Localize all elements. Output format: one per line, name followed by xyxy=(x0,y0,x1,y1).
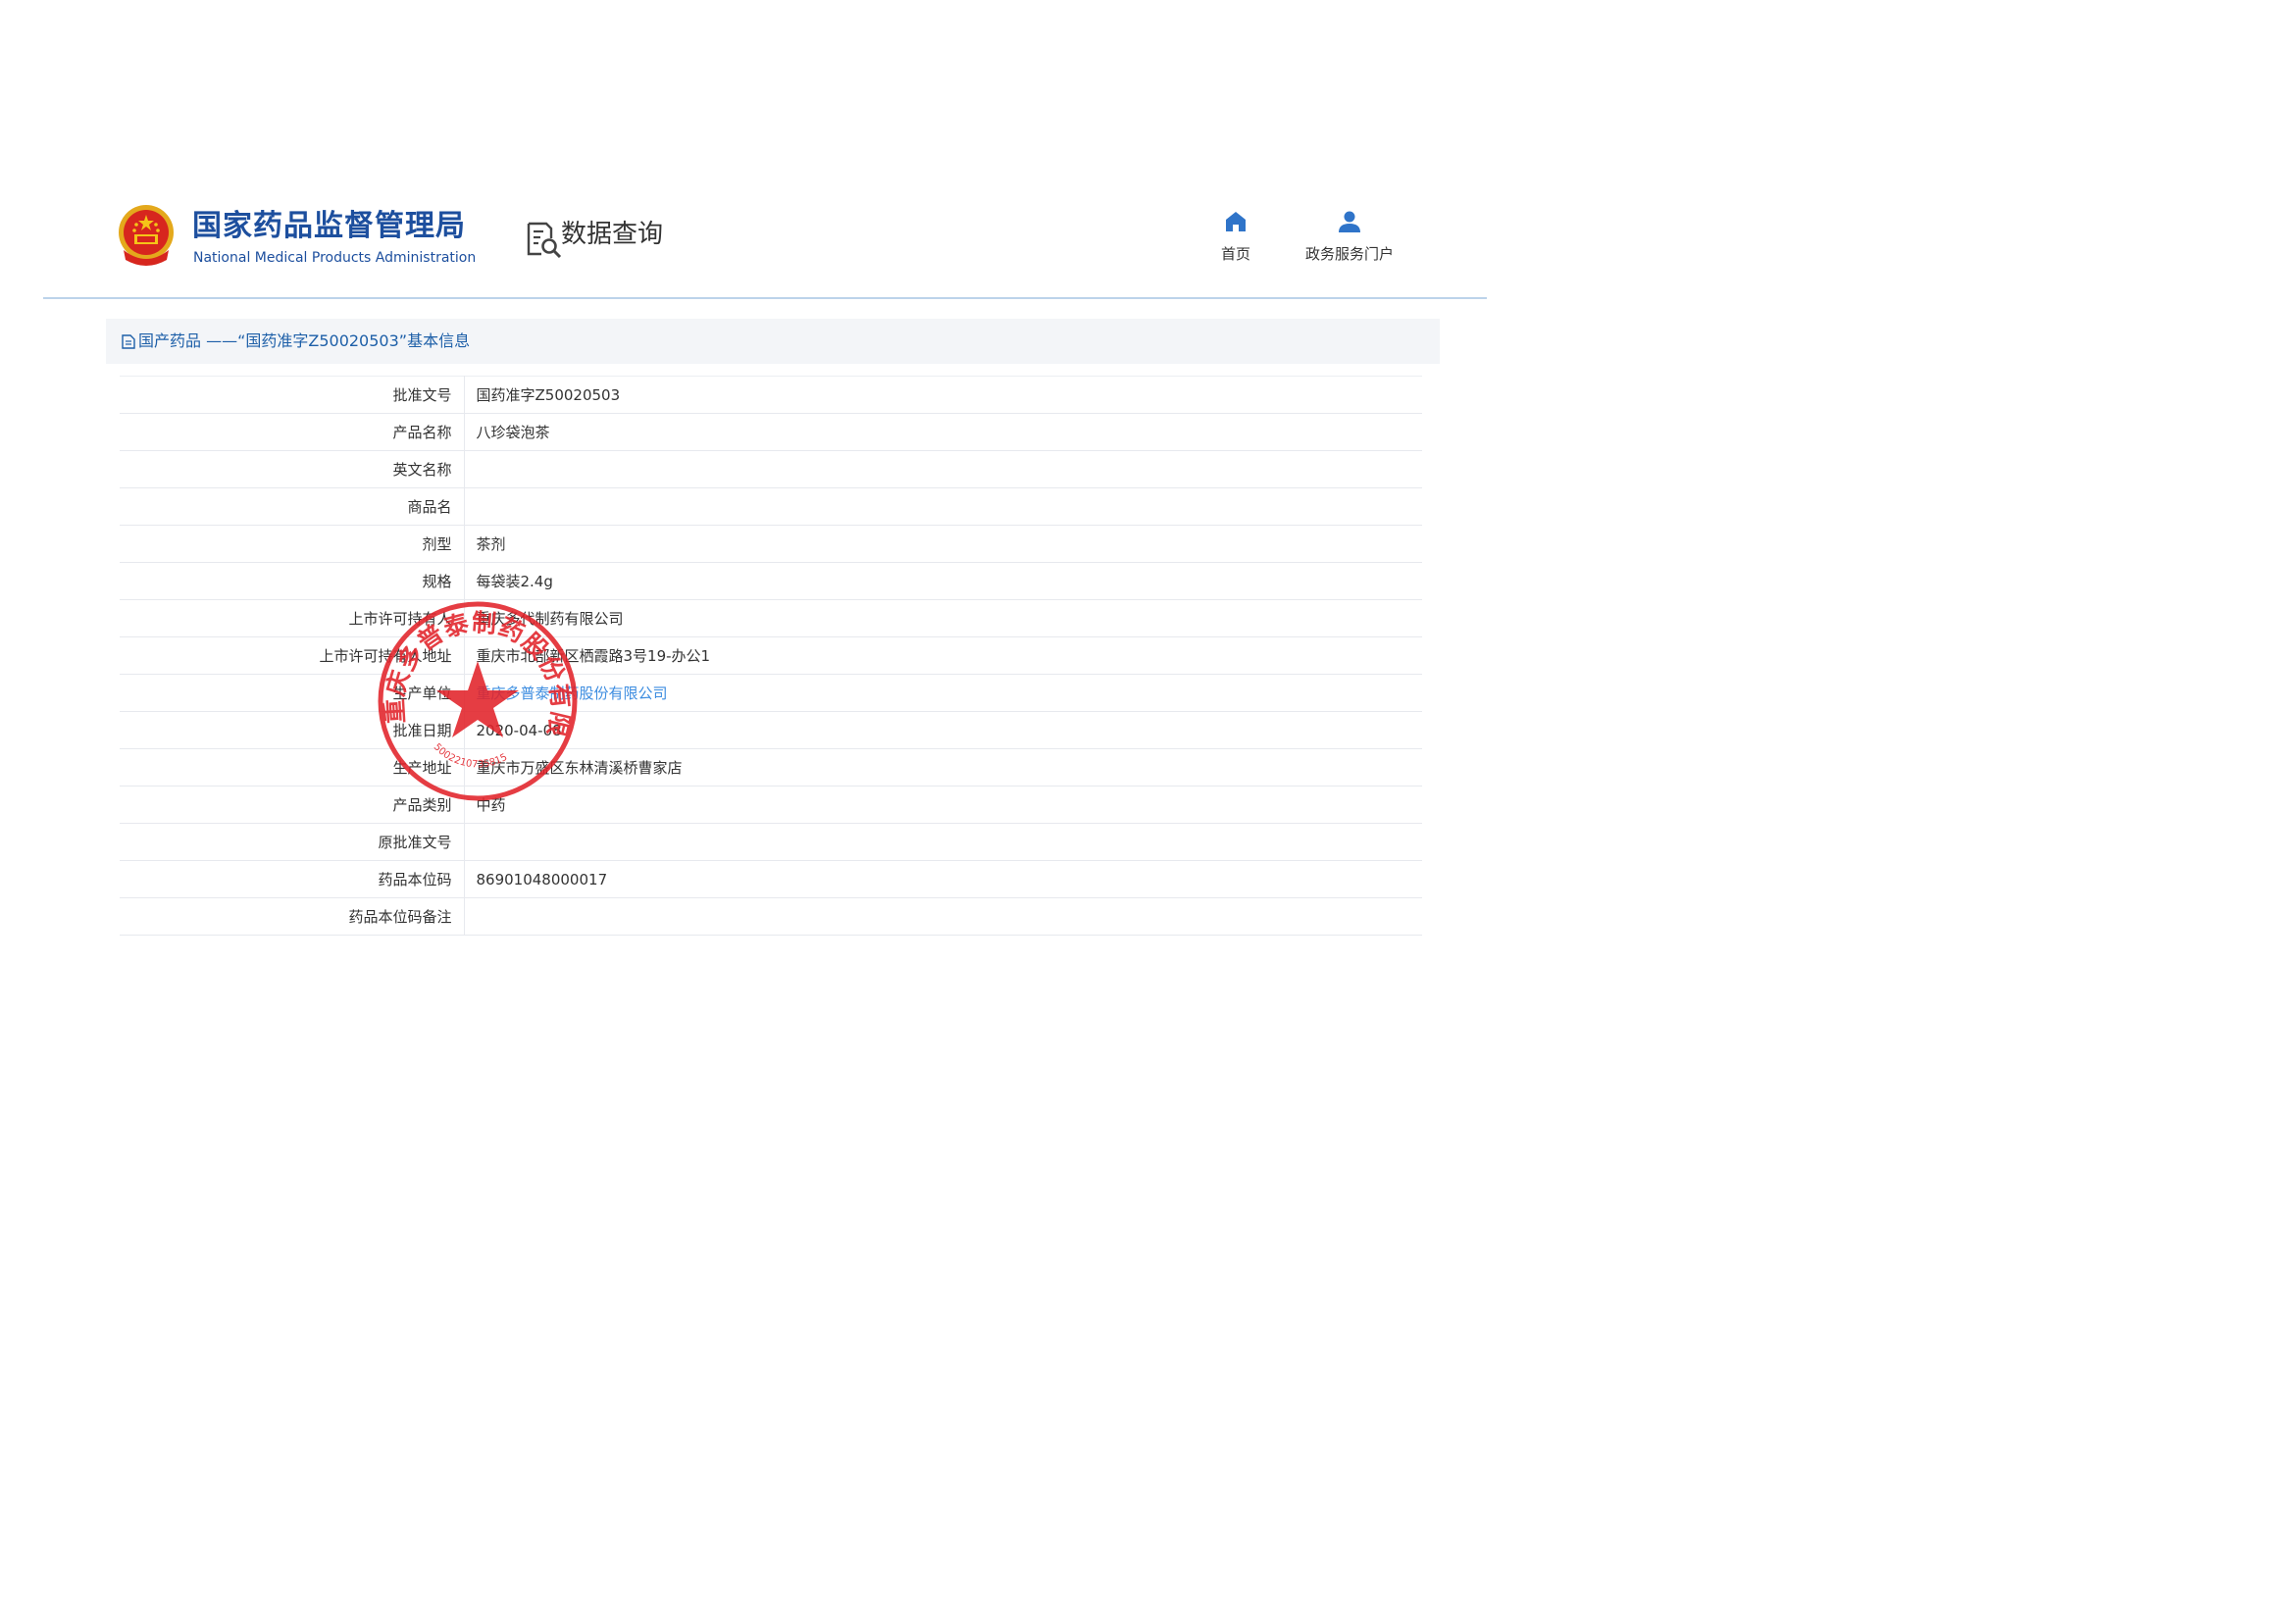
table-row: 药品本位码 86901048000017 xyxy=(120,860,1422,898)
table-row: 批准文号 国药准字Z50020503 xyxy=(120,376,1422,414)
row-value xyxy=(464,487,1422,526)
row-label: 上市许可持有人地址 xyxy=(120,636,465,675)
agency-name-en: National Medical Products Administration xyxy=(193,250,477,266)
row-value xyxy=(464,897,1422,936)
table-row: 原批准文号 xyxy=(120,823,1422,861)
document-icon xyxy=(122,334,135,349)
nav-portal-label: 政务服务门户 xyxy=(1304,245,1394,263)
row-label: 产品类别 xyxy=(120,786,465,824)
row-label: 批准文号 xyxy=(120,376,465,414)
table-row: 产品类别 中药 xyxy=(120,786,1422,824)
table-row: 产品名称 八珍袋泡茶 xyxy=(120,413,1422,451)
table-row: 生产单位 重庆多普泰制药股份有限公司 xyxy=(120,674,1422,712)
national-emblem-icon xyxy=(119,205,174,266)
row-label: 批准日期 xyxy=(120,711,465,749)
table-row: 英文名称 xyxy=(120,450,1422,488)
user-icon xyxy=(1339,211,1360,232)
header-divider xyxy=(43,297,1487,299)
section-title: 国产药品 ——“国药准字Z50020503”基本信息 xyxy=(138,331,471,350)
row-label: 药品本位码备注 xyxy=(120,897,465,936)
row-value-cell: 重庆多普泰制药股份有限公司 xyxy=(464,674,1422,712)
data-query-title: 数据查询 xyxy=(561,220,664,249)
row-label: 上市许可持有人 xyxy=(120,599,465,637)
row-value: 中药 xyxy=(464,786,1422,824)
row-value: 茶剂 xyxy=(464,525,1422,563)
data-search-icon xyxy=(527,222,562,258)
row-value: 每袋装2.4g xyxy=(464,562,1422,600)
table-row: 上市许可持有人地址 重庆市北部新区栖霞路3号19-办公1 xyxy=(120,636,1422,675)
row-value: 重庆多代制药有限公司 xyxy=(464,599,1422,637)
row-label: 剂型 xyxy=(120,525,465,563)
row-value: 八珍袋泡茶 xyxy=(464,413,1422,451)
row-value: 国药准字Z50020503 xyxy=(464,376,1422,414)
nav-home-label: 首页 xyxy=(1220,245,1250,263)
row-label: 生产地址 xyxy=(120,748,465,787)
home-icon xyxy=(1226,212,1246,231)
row-value: 重庆市北部新区栖霞路3号19-办公1 xyxy=(464,636,1422,675)
table-row: 剂型 茶剂 xyxy=(120,525,1422,563)
section-title-bar: 国产药品 ——“国药准字Z50020503”基本信息 xyxy=(106,319,1440,364)
site-header: 国家药品监督管理局 National Medical Products Admi… xyxy=(0,0,1533,304)
row-label: 生产单位 xyxy=(120,674,465,712)
table-row: 批准日期 2020-04-08 xyxy=(120,711,1422,749)
row-value xyxy=(464,823,1422,861)
nav-home-link[interactable]: 首页 xyxy=(1210,210,1261,269)
row-label: 商品名 xyxy=(120,487,465,526)
row-label: 原批准文号 xyxy=(120,823,465,861)
row-label: 药品本位码 xyxy=(120,860,465,898)
table-row: 规格 每袋装2.4g xyxy=(120,562,1422,600)
row-label: 规格 xyxy=(120,562,465,600)
row-value: 重庆市万盛区东林清溪桥曹家店 xyxy=(464,748,1422,787)
table-row: 生产地址 重庆市万盛区东林清溪桥曹家店 xyxy=(120,748,1422,787)
agency-name-cn: 国家药品监督管理局 xyxy=(192,209,466,243)
row-label: 产品名称 xyxy=(120,413,465,451)
manufacturer-link[interactable]: 重庆多普泰制药股份有限公司 xyxy=(477,685,668,702)
table-row: 药品本位码备注 xyxy=(120,897,1422,936)
row-value xyxy=(464,450,1422,488)
drug-info-table: 批准文号 国药准字Z50020503 产品名称 八珍袋泡茶 英文名称 商品名 剂… xyxy=(120,376,1422,936)
table-row: 商品名 xyxy=(120,487,1422,526)
table-row: 上市许可持有人 重庆多代制药有限公司 xyxy=(120,599,1422,637)
nav-portal-link[interactable]: 政务服务门户 xyxy=(1293,210,1406,269)
row-value: 2020-04-08 xyxy=(464,711,1422,749)
row-label: 英文名称 xyxy=(120,450,465,488)
row-value: 86901048000017 xyxy=(464,860,1422,898)
